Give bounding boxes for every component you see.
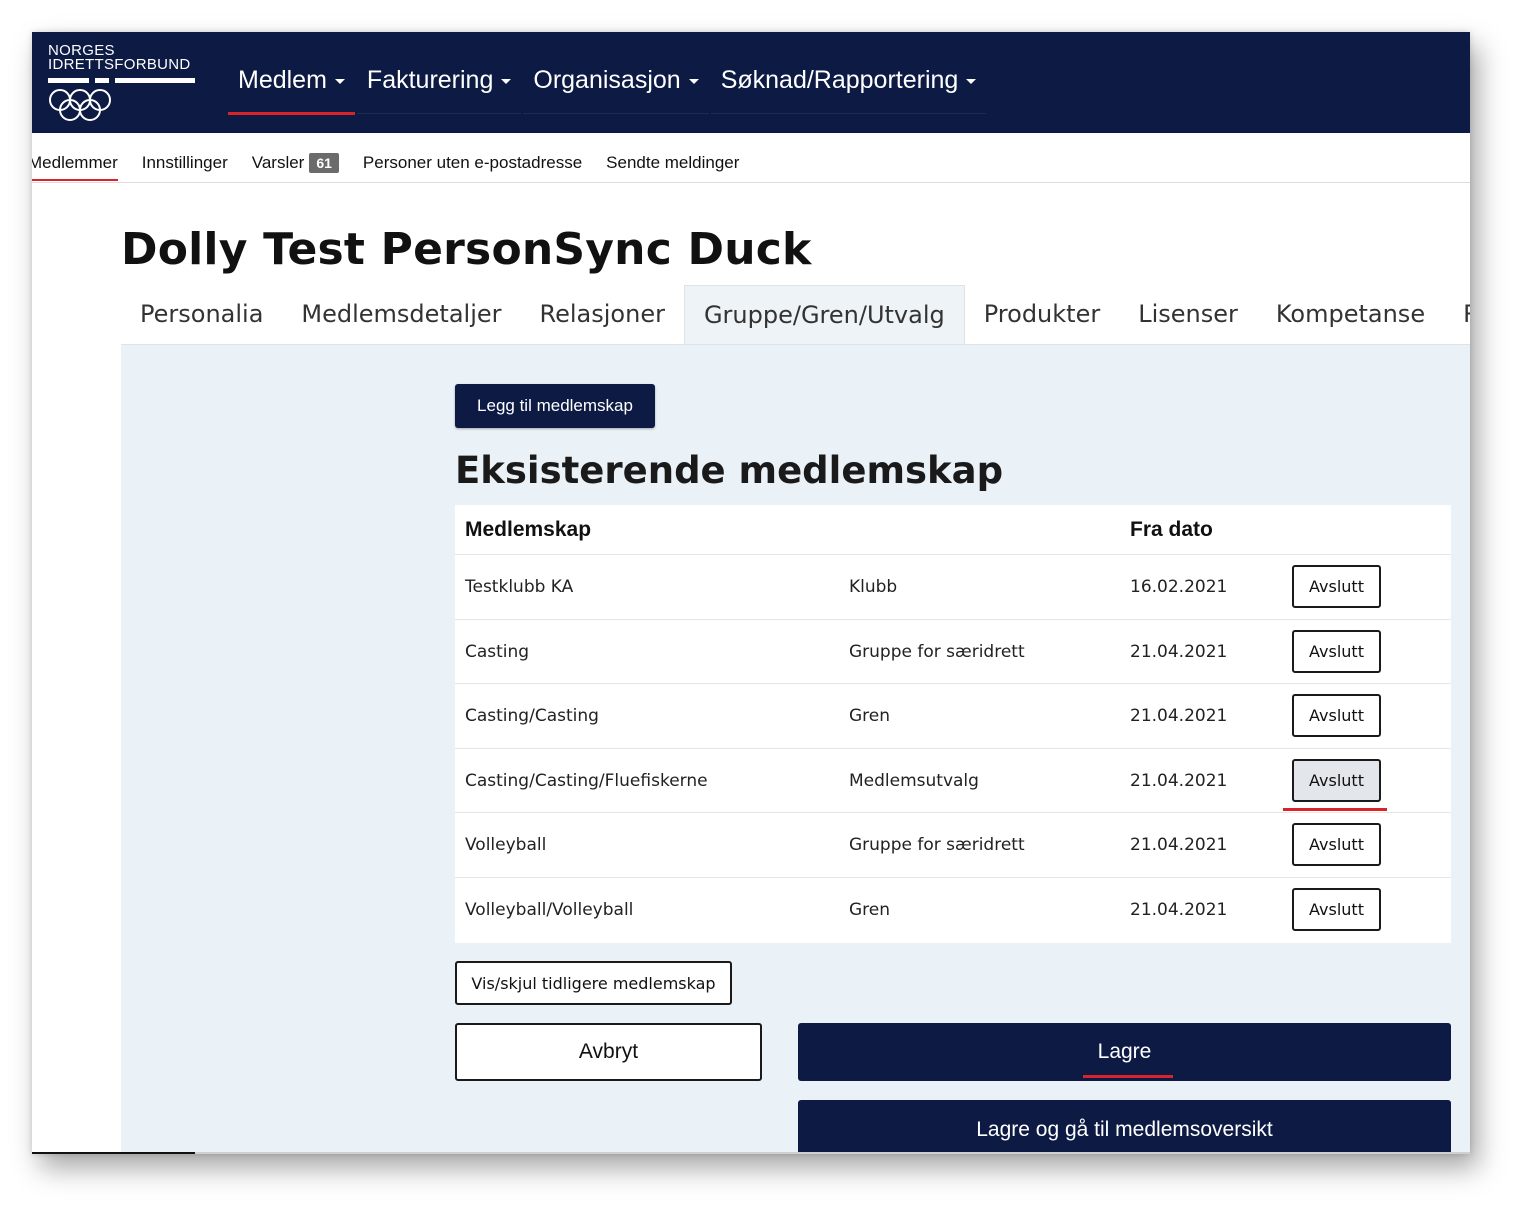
main-nav: Medlem Fakturering Organisasjon Søknad/R… — [228, 58, 988, 115]
end-membership-button[interactable]: Avslutt — [1292, 887, 1381, 931]
membership-table: Medlemskap Fra dato Testklubb KA Klubb 1… — [455, 505, 1451, 943]
membership-date: 21.04.2021 — [1130, 706, 1228, 726]
caret-down-icon — [966, 79, 977, 84]
sub-nav-label: Innstillinger — [141, 153, 228, 172]
membership-name: Volleyball/Volleyball — [465, 899, 634, 920]
main-nav-fakturering[interactable]: Fakturering — [356, 58, 522, 114]
caret-down-icon — [334, 79, 345, 84]
main-nav-organisasjon[interactable]: Organisasjon — [523, 58, 709, 114]
main-nav-label: Søknad/Rapportering — [720, 66, 959, 94]
tab-personalia[interactable]: Personalia — [121, 285, 282, 345]
membership-date: 21.04.2021 — [1130, 770, 1228, 791]
end-membership-button[interactable]: Avslutt — [1292, 565, 1381, 608]
notification-count-badge: 61 — [309, 153, 339, 173]
sub-nav-label: Varsler — [251, 153, 305, 172]
section-title: Eksisterende medlemskap — [455, 449, 1004, 492]
membership-date: 21.04.2021 — [1130, 835, 1228, 855]
table-row: Testklubb KA Klubb 16.02.2021 Avslutt — [455, 555, 1451, 620]
sub-nav-personer-uten-epost[interactable]: Personer uten e-postadresse — [363, 153, 582, 179]
sub-nav-label: Personer uten e-postadresse — [362, 153, 583, 172]
sub-nav-sendte-meldinger[interactable]: Sendte meldinger — [606, 153, 739, 179]
tab-re-truncated[interactable]: Re — [1444, 285, 1470, 345]
tab-kompetanse[interactable]: Kompetanse — [1257, 285, 1444, 345]
save-button[interactable]: Lagre — [798, 1023, 1451, 1081]
cancel-button[interactable]: Avbryt — [455, 1023, 762, 1081]
caret-down-icon — [688, 79, 699, 84]
table-row: Casting/Casting Gren 21.04.2021 Avslutt — [455, 684, 1451, 749]
membership-name: Testklubb KA — [465, 577, 574, 597]
membership-name: Casting — [465, 641, 530, 662]
main-nav-label: Organisasjon — [533, 66, 681, 94]
caret-down-icon — [501, 79, 512, 84]
membership-name: Casting/Casting/Fluefiskerne — [465, 770, 708, 791]
tab-gruppe-gren-utvalg[interactable]: Gruppe/Gren/Utvalg — [683, 285, 965, 345]
membership-type: Klubb — [849, 577, 898, 597]
tab-content-panel: Legg til medlemskap Eksisterende medlems… — [121, 344, 1470, 1154]
save-highlight-underline — [1083, 1075, 1173, 1078]
column-header-fra-dato: Fra dato — [1130, 518, 1213, 541]
membership-type: Gruppe for særidrett — [849, 641, 1025, 662]
nif-logo[interactable]: NORGES IDRETTSFORBUND — [48, 43, 198, 124]
logo-text-line2: IDRETTSFORBUND — [48, 56, 191, 73]
table-row: Casting Gruppe for særidrett 21.04.2021 … — [455, 620, 1451, 684]
toggle-previous-memberships-button[interactable]: Vis/skjul tidligere medlemskap — [455, 961, 732, 1005]
end-membership-button[interactable]: Avslutt — [1292, 694, 1381, 737]
logo-bars-icon — [48, 78, 195, 83]
membership-type: Gren — [849, 706, 891, 726]
main-nav-label: Medlem — [238, 66, 327, 94]
main-nav-soknad-rapportering[interactable]: Søknad/Rapportering — [710, 58, 987, 114]
end-membership-button-highlighted[interactable]: Avslutt — [1292, 758, 1381, 802]
table-row: Volleyball Gruppe for særidrett 21.04.20… — [455, 813, 1451, 878]
sub-navbar: Medlemmer Innstillinger Varsler 61 Perso… — [32, 133, 1470, 183]
table-row: Casting/Casting/Fluefiskerne Medlemsutva… — [455, 749, 1451, 813]
main-nav-label: Fakturering — [366, 66, 494, 94]
end-membership-button[interactable]: Avslutt — [1292, 629, 1381, 673]
membership-type: Medlemsutvalg — [849, 770, 979, 791]
tab-relasjoner[interactable]: Relasjoner — [521, 285, 684, 345]
save-button-label: Lagre — [1097, 1040, 1152, 1063]
sub-nav-innstillinger[interactable]: Innstillinger — [142, 153, 228, 179]
column-header-medlemskap: Medlemskap — [465, 518, 592, 541]
table-row: Volleyball/Volleyball Gren 21.04.2021 Av… — [455, 878, 1451, 943]
membership-name: Casting/Casting — [465, 706, 599, 726]
membership-name: Volleyball — [465, 835, 547, 855]
add-membership-button[interactable]: Legg til medlemskap — [455, 384, 655, 428]
membership-date: 21.04.2021 — [1130, 899, 1228, 920]
membership-date: 21.04.2021 — [1130, 641, 1228, 662]
table-header: Medlemskap Fra dato — [455, 505, 1451, 555]
scrollbar-thumb[interactable] — [32, 1152, 195, 1154]
sub-nav-label: Medlemmer — [32, 153, 118, 172]
horizontal-scrollbar[interactable] — [32, 1152, 1470, 1154]
end-membership-button[interactable]: Avslutt — [1292, 823, 1381, 866]
tab-produkter[interactable]: Produkter — [965, 285, 1119, 345]
top-navbar: NORGES IDRETTSFORBUND Medlem Fakturering… — [32, 32, 1470, 133]
membership-type: Gruppe for særidrett — [849, 835, 1025, 855]
olympic-rings-icon — [49, 89, 111, 121]
tab-lisenser[interactable]: Lisenser — [1119, 285, 1257, 345]
member-tabs: Personalia Medlemsdetaljer Relasjoner Gr… — [121, 285, 1470, 345]
highlight-underline — [1283, 807, 1387, 811]
tab-medlemsdetaljer[interactable]: Medlemsdetaljer — [282, 285, 520, 345]
membership-type: Gren — [849, 899, 891, 920]
sub-nav-varsler[interactable]: Varsler 61 — [252, 153, 339, 179]
page-title: Dolly Test PersonSync Duck — [121, 224, 812, 275]
main-nav-medlem[interactable]: Medlem — [228, 58, 355, 115]
membership-date: 16.02.2021 — [1130, 577, 1228, 597]
save-and-go-to-overview-button[interactable]: Lagre og gå til medlemsoversikt — [798, 1100, 1451, 1154]
sub-nav-medlemmer[interactable]: Medlemmer — [32, 153, 118, 181]
app-window: NORGES IDRETTSFORBUND Medlem Fakturering… — [32, 32, 1470, 1154]
sub-nav-label: Sendte meldinger — [606, 153, 740, 172]
